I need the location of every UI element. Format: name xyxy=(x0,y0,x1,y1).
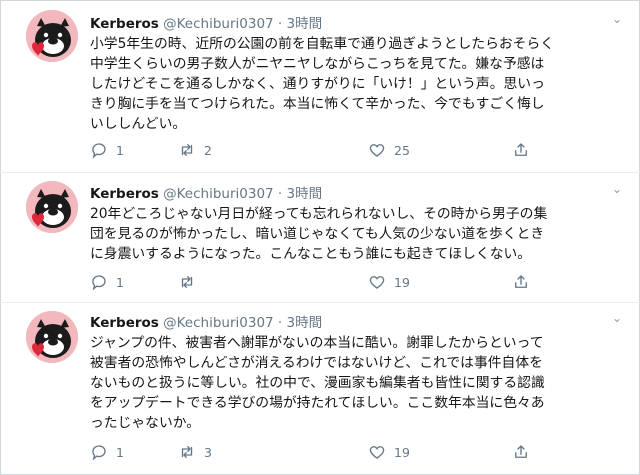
tweet-text: ジャンプの件、被害者へ謝罪がないの本当に酷い。謝罪したからといって 被害者の恐怖… xyxy=(90,335,545,431)
retweet-icon xyxy=(181,276,193,288)
reply-count: 1 xyxy=(116,444,124,460)
reply-button[interactable]: 1 xyxy=(90,273,124,291)
timestamp[interactable]: 3時間 xyxy=(287,315,323,331)
reply-count: 1 xyxy=(116,274,124,290)
tweet-header: Kerberos @Kechiburi0307 · 3時間 xyxy=(90,182,322,202)
tweet-header: Kerberos @Kechiburi0307 · 3時間 xyxy=(90,311,322,331)
handle[interactable]: @Kechiburi0307 xyxy=(163,315,274,331)
retweet-icon xyxy=(181,446,193,458)
like-button[interactable]: 19 xyxy=(368,443,410,461)
share-button[interactable] xyxy=(512,141,538,159)
timestamp[interactable]: 3時間 xyxy=(287,16,323,32)
reply-button[interactable]: 1 xyxy=(90,443,124,461)
action-bar: 1 2 25 xyxy=(90,141,540,161)
reply-count: 1 xyxy=(116,142,124,158)
heart-icon xyxy=(369,276,385,289)
share-icon xyxy=(515,143,527,156)
share-button[interactable] xyxy=(512,443,538,461)
tweet-2[interactable]: Kerberos @Kechiburi0307 · 3時間 ⌄ 20年どころじゃ… xyxy=(0,173,640,302)
reply-icon xyxy=(92,143,106,159)
timestamp[interactable]: 3時間 xyxy=(287,186,323,202)
chevron-down-icon[interactable]: ⌄ xyxy=(612,311,622,325)
like-count: 25 xyxy=(394,142,410,158)
retweet-icon xyxy=(181,144,193,156)
heart-icon xyxy=(369,446,385,459)
tweet-header: Kerberos @Kechiburi0307 · 3時間 xyxy=(90,12,322,32)
avatar[interactable] xyxy=(26,10,78,62)
tweet-1[interactable]: Kerberos @Kechiburi0307 · 3時間 ⌄ 小学5年生の時、… xyxy=(0,0,640,172)
bulldog-avatar-icon xyxy=(26,181,78,233)
share-icon xyxy=(515,275,527,288)
display-name[interactable]: Kerberos xyxy=(90,186,159,202)
reply-icon xyxy=(92,275,106,291)
action-bar: 1 19 xyxy=(90,273,540,293)
action-bar: 1 3 19 xyxy=(90,443,540,463)
avatar[interactable] xyxy=(26,311,78,363)
retweet-button[interactable] xyxy=(178,273,204,291)
bulldog-avatar-icon xyxy=(26,10,78,62)
handle[interactable]: @Kechiburi0307 xyxy=(163,16,274,32)
tweet-3[interactable]: Kerberos @Kechiburi0307 · 3時間 ⌄ ジャンプの件、被… xyxy=(0,303,640,475)
chevron-down-icon[interactable]: ⌄ xyxy=(612,182,622,196)
like-count: 19 xyxy=(394,444,410,460)
like-button[interactable]: 25 xyxy=(368,141,410,159)
bulldog-avatar-icon xyxy=(26,311,78,363)
dot-separator: · xyxy=(277,315,283,331)
dot-separator: · xyxy=(277,186,283,202)
reply-button[interactable]: 1 xyxy=(90,141,124,159)
like-button[interactable]: 19 xyxy=(368,273,410,291)
retweet-button[interactable]: 3 xyxy=(178,443,212,461)
tweet-text: 20年どころじゃない月日が経っても忘れられないし、その時から男子の集 団を見るの… xyxy=(90,206,548,262)
avatar[interactable] xyxy=(26,181,78,233)
like-count: 19 xyxy=(394,274,410,290)
retweet-button[interactable]: 2 xyxy=(178,141,212,159)
heart-icon xyxy=(369,144,385,157)
dot-separator: · xyxy=(277,16,283,32)
retweet-count: 2 xyxy=(204,142,212,158)
display-name[interactable]: Kerberos xyxy=(90,16,159,32)
retweet-count: 3 xyxy=(204,444,212,460)
handle[interactable]: @Kechiburi0307 xyxy=(163,186,274,202)
share-button[interactable] xyxy=(512,273,538,291)
tweet-text: 小学5年生の時、近所の公園の前を自転車で通り過ぎようとしたらおそらく 中学生くら… xyxy=(90,36,555,132)
share-icon xyxy=(515,445,527,458)
display-name[interactable]: Kerberos xyxy=(90,315,159,331)
chevron-down-icon[interactable]: ⌄ xyxy=(612,12,622,26)
reply-icon xyxy=(92,445,106,461)
